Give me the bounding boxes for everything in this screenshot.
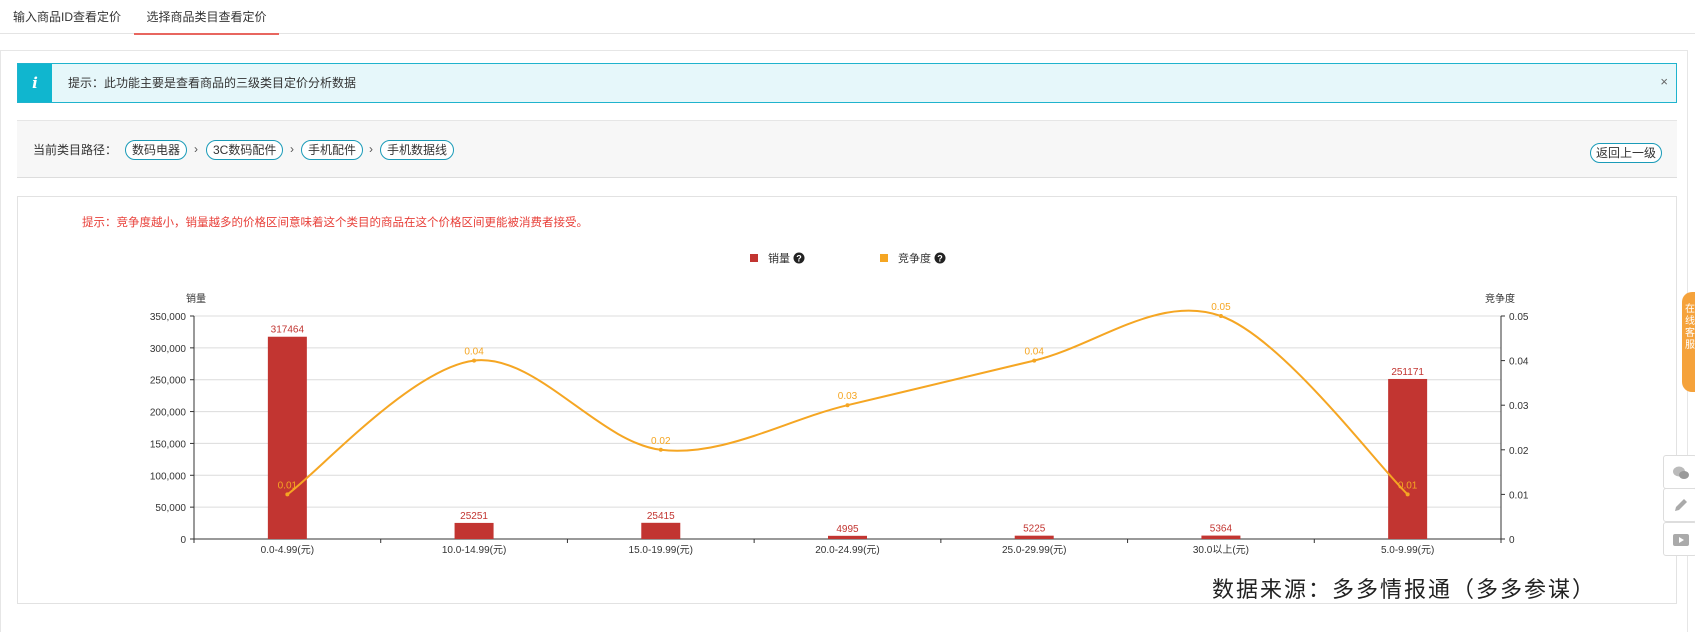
line-point [472,358,477,363]
bar [454,522,494,539]
bar [267,336,307,539]
y-tick-label-left: 250,000 [150,376,187,387]
y-tick-label-right: 0.04 [1509,357,1529,368]
y-tick-label-left: 150,000 [150,439,187,450]
y-tick-label-left: 350,000 [150,312,187,323]
line-point [1405,492,1410,497]
line-label: 0.03 [838,391,858,402]
bar-label: 25251 [460,511,488,522]
x-tick-label: 30.0以上(元) [1193,544,1249,556]
video-button[interactable] [1663,522,1695,556]
y-tick-label-right: 0 [1509,535,1515,546]
line-point [658,447,663,452]
y-axis-title-right: 竞争度 [1485,292,1515,305]
line-series [286,309,1409,496]
bar-label: 25415 [647,511,675,522]
line-label: 0.02 [651,436,671,447]
x-tick-label: 20.0-24.99(元) [815,545,879,556]
video-icon [1673,534,1689,546]
y-tick-label-right: 0.01 [1509,490,1529,501]
line-label: 0.01 [278,480,298,491]
y-tick-label-left: 300,000 [150,344,187,355]
x-tick-label: 25.0-29.99(元) [1002,545,1066,556]
bar [1388,378,1428,539]
question-mark: ? [937,254,943,264]
combo-chart: 0 50,000 100,000 150,000 200,000 250,000 300,0… [150,251,1529,556]
source-text: 数据来源：多多情报通（多多参谋） [1212,577,1597,602]
wechat-icon [1673,466,1689,479]
bar-label: 4995 [836,524,859,535]
line-label: 0.04 [1024,347,1044,358]
x-tick-label: 5.0-9.99(元) [1381,545,1434,556]
bar [828,535,867,539]
y-tick-label-right: 0.02 [1509,446,1529,457]
customer-service-label: 在线客服 [1685,304,1695,351]
x-tick-label: 0.0-4.99(元) [261,545,314,556]
y-tick-label-left: 100,000 [150,471,187,482]
legend-label: 竞争度 [898,251,931,265]
bar [1201,535,1241,539]
bar-label: 317464 [271,325,305,336]
y-tick-label-right: 0.05 [1509,312,1529,323]
y-axis-title-left: 销量 [186,292,206,305]
line-label: 0.04 [464,347,484,358]
line-label: 0.05 [1211,302,1231,313]
bar-label: 251171 [1391,367,1424,378]
x-tick-label: 15.0-19.99(元) [629,545,693,556]
y-tick-label-right: 0.03 [1509,401,1529,412]
x-tick-label: 10.0-14.99(元) [442,545,506,556]
edit-icon [1675,499,1687,511]
wechat-button[interactable] [1663,455,1695,489]
legend-swatch [880,254,888,262]
legend-label: 销量 [768,251,790,265]
edit-button[interactable] [1663,488,1695,522]
line-point [1032,358,1037,363]
bar [641,522,681,539]
line-point [285,492,290,497]
line-point [1218,314,1223,318]
legend-swatch [750,254,758,262]
bar [1014,535,1054,539]
line-point [845,403,850,408]
y-tick-label-left: 0 [180,535,186,546]
question-mark: ? [796,254,802,264]
y-tick-label-left: 50,000 [155,503,186,514]
bar-label: 5225 [1023,524,1046,535]
line-label: 0.01 [1398,480,1418,491]
bar-label: 5364 [1210,524,1233,535]
customer-service-tab[interactable]: 在线客服 [1682,292,1695,392]
y-tick-label-left: 200,000 [150,408,187,419]
